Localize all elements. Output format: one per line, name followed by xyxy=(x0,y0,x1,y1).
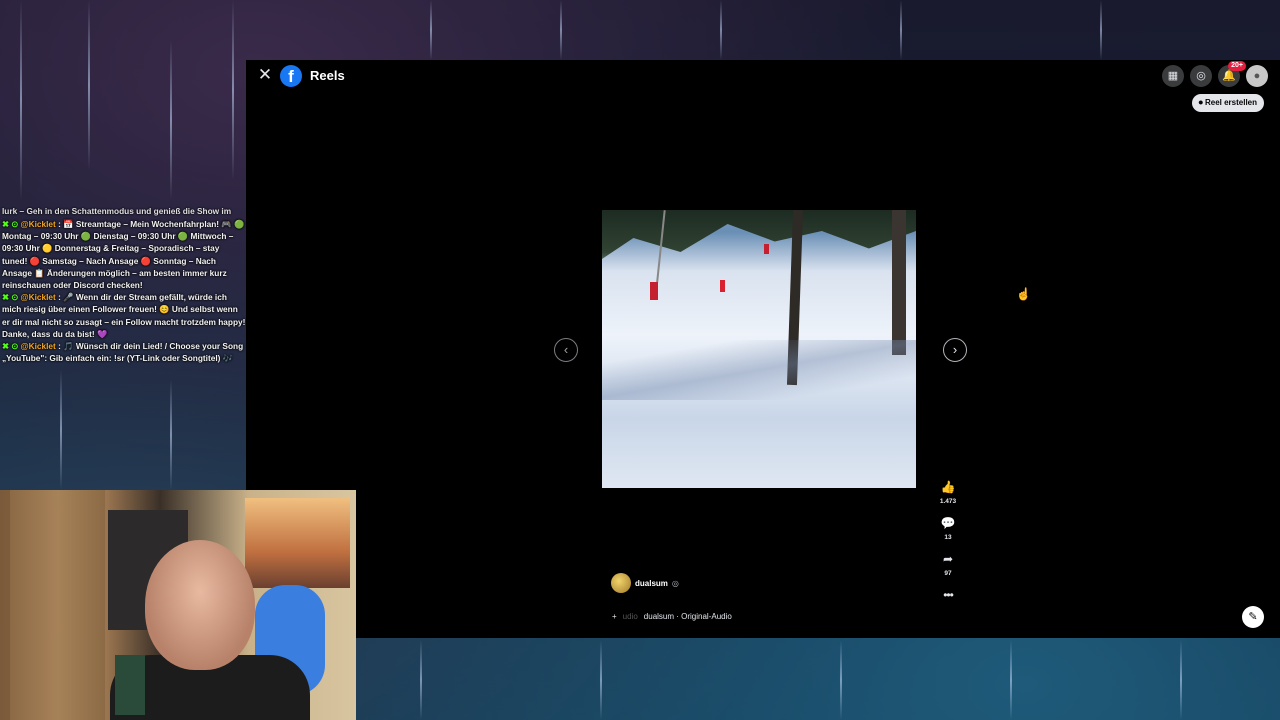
light-streak xyxy=(900,0,902,60)
instagram-icon: ◎ xyxy=(671,578,679,588)
mod-badge-icon: ✖ ⊙ xyxy=(2,219,21,229)
author-name[interactable]: dualsum xyxy=(635,579,668,588)
chat-message: ✖ ⊙ @Kicklet : 🎤 Wenn dir der Stream gef… xyxy=(0,291,246,340)
light-streak xyxy=(170,40,172,200)
comment-count: 13 xyxy=(944,534,952,541)
chat-username: @Kicklet xyxy=(20,341,56,352)
facebook-logo-icon[interactable]: f xyxy=(280,65,302,87)
webcam-person-head xyxy=(145,540,255,670)
light-streak xyxy=(88,0,90,170)
light-streak xyxy=(1010,640,1012,720)
video-flag xyxy=(650,282,658,300)
chat-message: lurk – Geh in den Schattenmodus und geni… xyxy=(0,205,246,218)
notifications-bell-icon[interactable]: 🔔 20+ xyxy=(1218,61,1246,87)
reel-audio[interactable]: + udio dualsum · Original-Audio xyxy=(612,612,732,621)
notification-count-badge: 20+ xyxy=(1228,61,1246,71)
menu-grid-icon[interactable]: ▦ xyxy=(1162,65,1184,87)
stream-chat-overlay: lurk – Geh in den Schattenmodus und geni… xyxy=(0,205,246,364)
light-streak xyxy=(1100,0,1102,60)
top-right-toolbar: ▦ ◎ 🔔 20+ ● xyxy=(1162,61,1268,87)
reel-author[interactable]: dualsum ◎ xyxy=(611,573,679,593)
light-streak xyxy=(600,640,602,720)
reel-video[interactable] xyxy=(602,210,916,488)
chat-message-text: lurk – Geh in den Schattenmodus und geni… xyxy=(2,206,232,216)
facebook-reels-viewer: ✕ f Reels ▦ ◎ 🔔 20+ ● ⏺ Reel erstellen ‹ … xyxy=(246,60,1280,638)
light-streak xyxy=(60,370,62,490)
reel-actions: 👍 1.473 💬 13 ➦ 97 ••• xyxy=(938,480,958,602)
like-icon[interactable]: 👍 xyxy=(938,480,958,494)
chat-username: @Kicklet xyxy=(20,292,56,303)
chat-message: ✖ ⊙ @Kicklet : 🎵 Wünsch dir dein Lied! /… xyxy=(0,340,246,364)
create-reel-button[interactable]: ⏺ Reel erstellen xyxy=(1191,94,1264,112)
close-icon[interactable]: ✕ xyxy=(256,66,274,84)
light-streak xyxy=(840,640,842,720)
audio-scrolling-text: udio xyxy=(622,612,638,621)
video-trees xyxy=(602,210,916,259)
light-streak xyxy=(560,0,562,60)
webcam-overlay xyxy=(0,490,356,720)
video-flag xyxy=(764,244,769,254)
light-streak xyxy=(170,380,172,490)
author-avatar[interactable] xyxy=(611,573,631,593)
share-count: 97 xyxy=(944,570,952,577)
compose-message-icon[interactable]: ✎ xyxy=(1242,606,1264,628)
next-reel-button[interactable]: › xyxy=(943,338,967,362)
like-count: 1.473 xyxy=(939,498,957,505)
video-tree-trunk xyxy=(892,210,906,355)
previous-reel-button[interactable]: ‹ xyxy=(554,338,578,362)
webcam-poster xyxy=(245,498,350,588)
video-snow-shadow xyxy=(602,340,916,400)
light-streak xyxy=(232,0,234,180)
chat-username: @Kicklet xyxy=(20,219,56,229)
messenger-icon[interactable]: ◎ xyxy=(1190,65,1212,87)
audio-plus-icon: + xyxy=(612,612,617,621)
webcam-microphone xyxy=(115,655,145,715)
mod-badge-icon: ✖ ⊙ xyxy=(2,341,21,352)
light-streak xyxy=(430,0,432,60)
light-streak xyxy=(1180,640,1182,720)
light-streak xyxy=(20,0,22,200)
chat-message: ✖ ⊙ @Kicklet : 📅 Streamtage – Mein Woche… xyxy=(0,218,246,291)
comment-icon[interactable]: 💬 xyxy=(938,516,958,530)
share-icon[interactable]: ➦ xyxy=(938,552,958,566)
page-title: Reels xyxy=(310,68,345,83)
more-options-icon[interactable]: ••• xyxy=(938,588,958,602)
light-streak xyxy=(720,0,722,60)
mouse-cursor-icon: ☝ xyxy=(1016,287,1031,301)
chat-message-text: : 📅 Streamtage – Mein Wochenfahrplan! 🎮 … xyxy=(2,219,245,291)
webcam-door xyxy=(10,490,105,720)
create-reel-label: Reel erstellen xyxy=(1204,98,1257,107)
audio-label[interactable]: dualsum · Original-Audio xyxy=(644,612,732,621)
account-avatar[interactable]: ● xyxy=(1246,65,1268,87)
light-streak xyxy=(420,640,422,720)
video-skier xyxy=(720,280,725,292)
mod-badge-icon: ✖ ⊙ xyxy=(2,292,21,303)
